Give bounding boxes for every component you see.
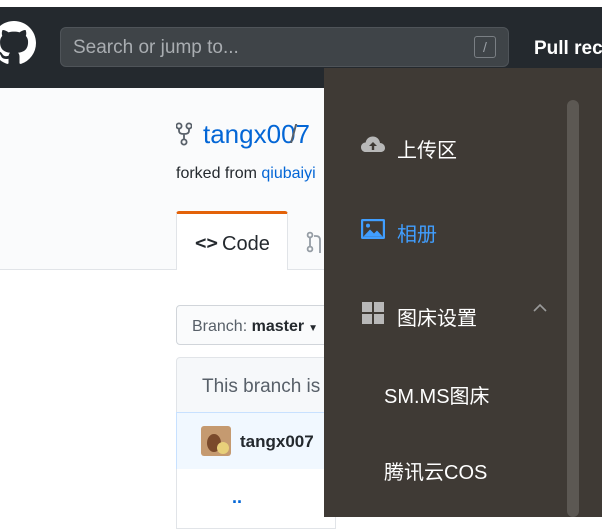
menu-item-upload-label: 上传区	[397, 140, 457, 162]
repo-path-separator: /	[290, 119, 298, 149]
top-strip	[0, 0, 602, 7]
github-logo-icon[interactable]	[0, 21, 36, 65]
tab-code[interactable]: <> Code	[176, 211, 288, 270]
branch-status-box: This branch is	[176, 357, 336, 413]
code-icon: <>	[195, 232, 218, 254]
submenu-item-tencent-cos[interactable]: 腾讯云COS	[384, 456, 487, 485]
search-placeholder: Search or jump to...	[73, 37, 239, 58]
branch-name: master	[251, 318, 305, 335]
cloud-upload-icon	[361, 136, 385, 152]
parent-directory-link[interactable]: ..	[232, 487, 242, 508]
menu-item-album-label: 相册	[397, 224, 437, 246]
forked-from-label: forked from	[176, 165, 257, 182]
fork-icon	[176, 122, 192, 146]
menu-item-album[interactable]: 相册	[324, 209, 567, 249]
forked-from-link[interactable]: qiubaiyi	[261, 165, 315, 182]
grid-icon	[362, 302, 384, 324]
submenu-item-smms[interactable]: SM.MS图床	[384, 380, 490, 409]
image-icon	[361, 219, 385, 239]
search-input[interactable]: Search or jump to... /	[60, 27, 509, 67]
caret-down-icon: ▼	[308, 323, 318, 334]
menu-item-picbed-settings[interactable]: 图床设置	[324, 293, 567, 333]
drawer-scrollbar[interactable]	[567, 100, 579, 517]
avatar[interactable]	[201, 426, 231, 456]
chevron-up-icon[interactable]	[532, 302, 548, 314]
menu-item-upload[interactable]: 上传区	[324, 125, 567, 165]
pull-requests-link[interactable]: Pull rec	[534, 38, 602, 60]
branch-select-text: Branch: master ▼	[192, 318, 318, 336]
commit-author-link[interactable]: tangx007	[240, 432, 314, 452]
branch-select-button[interactable]: Branch: master ▼	[176, 305, 336, 345]
file-list: ..	[176, 469, 336, 529]
branch-status-text: This branch is	[202, 376, 321, 397]
tab-code-label: Code	[222, 233, 270, 255]
forked-from-line: forked from qiubaiyi	[176, 165, 316, 183]
branch-label: Branch:	[192, 318, 248, 335]
slash-key-hint: /	[474, 36, 496, 58]
menu-item-picbed-settings-label: 图床设置	[397, 308, 477, 330]
latest-commit-bar: tangx007	[176, 412, 336, 470]
pull-request-icon[interactable]	[305, 231, 325, 253]
